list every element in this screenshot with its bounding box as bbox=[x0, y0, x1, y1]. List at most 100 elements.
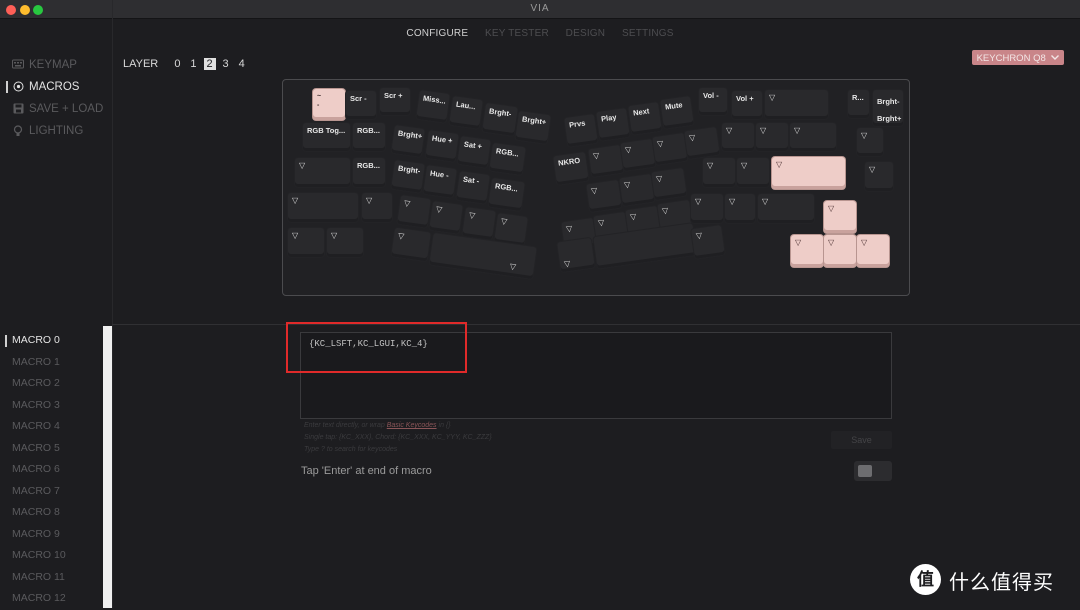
key-backspace[interactable] bbox=[765, 90, 828, 119]
key-left-r4-5[interactable] bbox=[494, 213, 528, 246]
key-right-r2-6[interactable] bbox=[756, 123, 788, 151]
key-left-r4-2[interactable] bbox=[397, 195, 431, 228]
macro-item-3[interactable]: MACRO 3 bbox=[0, 395, 112, 417]
macro-help-line-1: Enter text directly, or wrap Basic Keyco… bbox=[304, 422, 451, 429]
key-left-r4-3[interactable] bbox=[429, 201, 463, 234]
macro-item-7[interactable]: MACRO 7 bbox=[0, 481, 112, 503]
key-right-r3-1[interactable] bbox=[586, 179, 622, 213]
key-right-shift[interactable] bbox=[758, 194, 814, 223]
keyboard-profile-dropdown[interactable]: KEYCHRON Q8 bbox=[972, 50, 1064, 65]
key-volume-down[interactable]: Vol - bbox=[699, 88, 727, 115]
key-left-shift[interactable] bbox=[288, 193, 358, 222]
key-right-r3-2[interactable] bbox=[619, 173, 655, 207]
key-right-r2-4[interactable] bbox=[684, 126, 720, 160]
key-launchpad[interactable]: Lau... bbox=[449, 96, 483, 129]
layer-option-4[interactable]: 4 bbox=[236, 58, 248, 70]
key-brightness-up[interactable]: Brght+ bbox=[515, 110, 551, 145]
key-arrow-right[interactable] bbox=[857, 235, 889, 267]
key-left-option[interactable] bbox=[327, 228, 363, 257]
chevron-down-icon bbox=[1051, 50, 1060, 65]
key-right-r4-5[interactable] bbox=[691, 194, 723, 223]
key-play[interactable]: Play bbox=[596, 108, 630, 141]
window-title: VIA bbox=[530, 3, 550, 14]
key-r[interactable]: R... bbox=[848, 90, 869, 118]
macro-item-1[interactable]: MACRO 1 bbox=[0, 352, 112, 374]
macro-item-5[interactable]: MACRO 5 bbox=[0, 438, 112, 460]
layer-option-0[interactable]: 0 bbox=[171, 58, 183, 70]
sidebar-item-lighting[interactable]: LIGHTING bbox=[0, 120, 112, 142]
macro-item-2[interactable]: MACRO 2 bbox=[0, 373, 112, 395]
macro-item-0[interactable]: MACRO 0 bbox=[0, 330, 112, 352]
sidebar-item-label: LIGHTING bbox=[29, 125, 84, 137]
key-arrow-down[interactable] bbox=[824, 235, 856, 267]
tab-settings[interactable]: SETTINGS bbox=[622, 20, 674, 48]
tab-key-tester[interactable]: KEY TESTER bbox=[485, 20, 549, 48]
key-previous[interactable]: Prvs bbox=[564, 114, 598, 147]
key-right-r3-5[interactable] bbox=[737, 158, 769, 187]
watermark-text: 什么值得买 bbox=[949, 570, 1054, 594]
key-mute[interactable]: Mute bbox=[660, 96, 694, 129]
key-saturation-up[interactable]: Sat + bbox=[457, 136, 491, 168]
key-backslash[interactable] bbox=[790, 123, 836, 151]
key-right-r2-1[interactable] bbox=[588, 144, 624, 178]
key-arrow-up[interactable] bbox=[824, 201, 856, 233]
key-rgb-mode-3[interactable]: RGB... bbox=[353, 158, 385, 187]
key-right-r4-6[interactable] bbox=[725, 194, 755, 223]
tab-configure[interactable]: CONFIGURE bbox=[406, 20, 468, 48]
sidebar-item-keymap[interactable]: KEYMAP bbox=[0, 54, 112, 76]
key-next[interactable]: Next bbox=[628, 102, 662, 135]
key-scr-plus[interactable]: Scr + bbox=[380, 88, 410, 115]
key-rgb-toggle[interactable]: RGB Tog... bbox=[303, 123, 350, 151]
key-right-r2-2[interactable] bbox=[620, 138, 656, 172]
key-brightness-pair[interactable]: Brght- Brght+ bbox=[873, 90, 903, 126]
key-right-r5-1[interactable] bbox=[691, 225, 725, 259]
enter-at-end-toggle[interactable] bbox=[854, 461, 892, 481]
key-enter[interactable] bbox=[772, 157, 845, 189]
key-left-r4-1[interactable] bbox=[362, 193, 392, 222]
macro-item-4[interactable]: MACRO 4 bbox=[0, 416, 112, 438]
key-delete[interactable] bbox=[857, 128, 883, 156]
help-text: in {} bbox=[438, 422, 451, 429]
key-right-r2-3[interactable] bbox=[652, 132, 688, 166]
macro-item-10[interactable]: MACRO 10 bbox=[0, 545, 112, 567]
key-scr-minus[interactable]: Scr - bbox=[346, 91, 376, 119]
key-right-r3-3[interactable] bbox=[651, 167, 687, 201]
keyboard-profile-label: KEYCHRON Q8 bbox=[976, 53, 1046, 64]
key-right-r2-5[interactable] bbox=[722, 123, 754, 151]
tab-design[interactable]: DESIGN bbox=[566, 20, 606, 48]
macro-item-9[interactable]: MACRO 9 bbox=[0, 524, 112, 546]
key-mission-control[interactable]: Miss... bbox=[416, 90, 450, 123]
macro-item-11[interactable]: MACRO 11 bbox=[0, 567, 112, 589]
key-arrow-left[interactable] bbox=[791, 235, 823, 267]
key-right-fn[interactable] bbox=[557, 237, 595, 273]
layer-option-2[interactable]: 2 bbox=[203, 58, 216, 70]
macro-item-8[interactable]: MACRO 8 bbox=[0, 502, 112, 524]
key-brightness-down-2[interactable]: Brght- bbox=[391, 160, 425, 193]
key-right-r3-4[interactable] bbox=[703, 158, 735, 187]
key-rgb-mode-2[interactable]: RGB... bbox=[489, 142, 526, 176]
key-saturation-down[interactable]: Sat - bbox=[456, 171, 490, 204]
key-left-ctrl[interactable] bbox=[288, 228, 324, 257]
sidebar-item-macros[interactable]: MACROS bbox=[0, 76, 112, 98]
sidebar-item-save-load[interactable]: SAVE + LOAD bbox=[0, 98, 112, 120]
layer-option-3[interactable]: 3 bbox=[220, 58, 232, 70]
layer-option-1[interactable]: 1 bbox=[187, 58, 199, 70]
key-page-up[interactable] bbox=[865, 162, 893, 191]
key-nkro[interactable]: NKRO bbox=[553, 151, 589, 186]
macro-list-scrollbar[interactable] bbox=[103, 326, 112, 608]
key-left-r4-4[interactable] bbox=[462, 207, 496, 240]
save-button[interactable]: Save bbox=[831, 431, 892, 449]
key-hue-down[interactable]: Hue - bbox=[423, 165, 457, 198]
key-brightness-up-2[interactable]: Brght+ bbox=[391, 125, 425, 157]
macro-item-6[interactable]: MACRO 6 bbox=[0, 459, 112, 481]
macro-item-12[interactable]: MACRO 12 bbox=[0, 588, 112, 610]
key-hue-up[interactable]: Hue + bbox=[425, 130, 459, 162]
key-caps-lock[interactable] bbox=[295, 158, 350, 187]
key-esc[interactable]: ~ - bbox=[313, 89, 345, 120]
key-brightness-down[interactable]: Brght- bbox=[482, 102, 518, 137]
key-rgb-mode-1[interactable]: RGB... bbox=[353, 123, 385, 151]
key-rgb-mode-4[interactable]: RGB... bbox=[488, 177, 525, 212]
key-left-cmd[interactable] bbox=[391, 227, 431, 262]
key-volume-up[interactable]: Vol + bbox=[732, 91, 762, 119]
basic-keycodes-link[interactable]: Basic Keycodes bbox=[387, 422, 437, 429]
